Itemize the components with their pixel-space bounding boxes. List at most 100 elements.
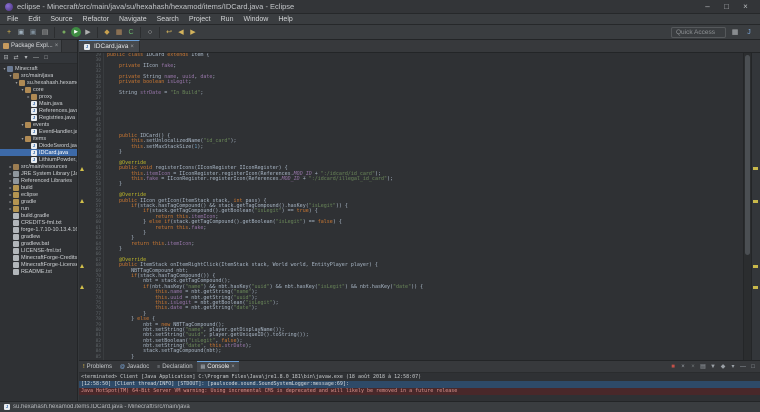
tree-item-items[interactable]: ▾items xyxy=(0,135,77,142)
tab-idcard-java[interactable]: J IDCard.java × xyxy=(79,40,140,52)
save-icon[interactable]: ▣ xyxy=(15,26,27,38)
tab-package-explorer[interactable]: Package Expl... × xyxy=(0,40,62,52)
tree-item-gradle[interactable]: ▸gradle xyxy=(0,198,77,205)
search-icon[interactable]: ○ xyxy=(144,26,156,38)
overview-warning-mark[interactable] xyxy=(753,265,758,268)
tree-item-referenced-libraries[interactable]: ▸Referenced Libraries xyxy=(0,177,77,184)
clear-console-icon[interactable]: ▤ xyxy=(699,363,707,370)
new-java-project-icon[interactable]: ◆ xyxy=(101,26,113,38)
terminate-icon[interactable]: ■ xyxy=(669,364,677,370)
tree-item-readme-txt[interactable]: README.txt xyxy=(0,268,77,275)
tree-item-minecraftforge-license-txt[interactable]: MinecraftForge-License.txt xyxy=(0,261,77,268)
minimize-button[interactable]: – xyxy=(698,1,717,13)
external-tools-icon[interactable]: ▶ xyxy=(82,26,94,38)
tree-item-minecraft[interactable]: ▾Minecraft xyxy=(0,65,77,72)
tree-item-eventhandler-java[interactable]: JEventHandler.java xyxy=(0,128,77,135)
menu-source[interactable]: Source xyxy=(45,16,77,23)
new-class-icon[interactable]: C xyxy=(125,26,137,38)
maximize-view-icon[interactable]: □ xyxy=(749,364,757,370)
menu-refactor[interactable]: Refactor xyxy=(78,16,114,23)
remove-launch-icon[interactable]: × xyxy=(679,364,687,370)
console-line-stdout[interactable]: [12:58:50] [Client thread/INFO] [STDOUT]… xyxy=(79,381,760,388)
new-package-icon[interactable]: ▦ xyxy=(113,26,125,38)
tree-item-build-gradle[interactable]: build.gradle xyxy=(0,212,77,219)
view-menu-icon[interactable]: ▾ xyxy=(22,53,30,63)
editor-scrollbar[interactable] xyxy=(743,53,751,360)
pin-console-icon[interactable]: ◆ xyxy=(719,363,727,370)
print-icon[interactable]: ▤ xyxy=(39,26,51,38)
display-console-icon[interactable]: ▾ xyxy=(729,363,737,370)
tree-item-license-fml-txt[interactable]: LICENSE-fml.txt xyxy=(0,247,77,254)
minimize-view-icon[interactable]: — xyxy=(32,53,40,63)
tree-item-diodesword-java[interactable]: JDiodeSword.java xyxy=(0,142,77,149)
console-log[interactable]: [12:58:50] [Client thread/INFO] [STDOUT]… xyxy=(79,381,760,401)
tree-item-gradlew-bat[interactable]: gradlew.bat xyxy=(0,240,77,247)
menu-edit[interactable]: Edit xyxy=(23,16,45,23)
tree-item-src-main-java[interactable]: ▾src/main/java xyxy=(0,72,77,79)
overview-ruler[interactable] xyxy=(751,53,760,360)
tree-item-events[interactable]: ▾events xyxy=(0,121,77,128)
tab-declaration[interactable]: ≡Declaration xyxy=(153,361,196,372)
link-with-editor-icon[interactable]: ⇄ xyxy=(12,53,20,63)
scroll-lock-icon[interactable]: ▼ xyxy=(709,364,717,370)
java-perspective-icon[interactable]: J xyxy=(743,26,755,38)
warning-icon[interactable] xyxy=(80,167,84,171)
console-process-title: <terminated> Client [Java Application] C… xyxy=(79,373,760,381)
tree-item-run[interactable]: ▸run xyxy=(0,205,77,212)
menu-help[interactable]: Help xyxy=(273,16,297,23)
tree-item-eclipse[interactable]: ▸eclipse xyxy=(0,191,77,198)
forward-icon[interactable]: ▶ xyxy=(187,26,199,38)
tree-item-core[interactable]: ▾core xyxy=(0,86,77,93)
perspective-open-icon[interactable]: ▦ xyxy=(729,26,741,38)
tab-console[interactable]: ▤Console× xyxy=(197,361,239,372)
collapse-all-icon[interactable]: ⊟ xyxy=(2,53,10,63)
warning-icon[interactable] xyxy=(80,199,84,203)
warning-icon[interactable] xyxy=(80,264,84,268)
tree-item-minecraftforge-credits-txt[interactable]: MinecraftForge-Credits.txt xyxy=(0,254,77,261)
remove-all-launches-icon[interactable]: × xyxy=(689,364,697,370)
close-icon[interactable]: × xyxy=(231,364,235,370)
maximize-button[interactable]: □ xyxy=(717,1,736,13)
tree-item-idcard-java[interactable]: JIDCard.java xyxy=(0,149,77,156)
menu-run[interactable]: Run xyxy=(216,16,239,23)
new-wizard-icon[interactable]: + xyxy=(3,26,15,38)
overview-warning-mark[interactable] xyxy=(753,200,758,203)
maximize-view-icon[interactable]: □ xyxy=(42,53,50,63)
overview-warning-mark[interactable] xyxy=(753,286,758,289)
tree-item-registries-java[interactable]: JRegistries.java xyxy=(0,114,77,121)
last-edit-icon[interactable]: ↩ xyxy=(163,26,175,38)
minimize-view-icon[interactable]: — xyxy=(739,364,747,370)
tree-item-forge-1-7-10-10-13-4-1614-changelog-txt[interactable]: forge-1.7.10-10.13.4.1614-changelog.txt xyxy=(0,226,77,233)
tree-item-credits-fml-txt[interactable]: CREDITS-fml.txt xyxy=(0,219,77,226)
tab-problems[interactable]: !Problems xyxy=(79,361,116,372)
run-icon[interactable]: ▶ xyxy=(71,27,81,37)
close-button[interactable]: × xyxy=(736,1,755,13)
back-icon[interactable]: ◀ xyxy=(175,26,187,38)
tree-item-gradlew[interactable]: gradlew xyxy=(0,233,77,240)
code-area[interactable]: public class IDCard extends Item { priva… xyxy=(104,53,743,360)
menu-project[interactable]: Project xyxy=(184,16,216,23)
console-line-stderr[interactable]: Java HotSpot(TM) 64-Bit Server VM warnin… xyxy=(79,388,760,395)
menu-search[interactable]: Search xyxy=(152,16,184,23)
scrollbar-thumb[interactable] xyxy=(745,55,750,255)
quick-access-box[interactable]: Quick Access xyxy=(671,27,726,38)
tree-item-main-java[interactable]: JMain.java xyxy=(0,100,77,107)
tree-item-proxy[interactable]: ▸proxy xyxy=(0,93,77,100)
menu-window[interactable]: Window xyxy=(238,16,273,23)
overview-warning-mark[interactable] xyxy=(753,167,758,170)
warning-icon[interactable] xyxy=(80,285,84,289)
tab-javadoc[interactable]: @Javadoc xyxy=(116,361,153,372)
tree-item-build[interactable]: ▸build xyxy=(0,184,77,191)
save-all-icon[interactable]: ▣ xyxy=(27,26,39,38)
tree-item-references-java[interactable]: JReferences.java xyxy=(0,107,77,114)
tree-item-lithiumpowder-java[interactable]: JLithiumPowder.java xyxy=(0,156,77,163)
menu-file[interactable]: File xyxy=(2,16,23,23)
tree-item-src-main-resources[interactable]: ▸src/main/resources xyxy=(0,163,77,170)
tree-item-jre-system-library-javase-1-8[interactable]: ▸JRE System Library [JavaSE-1.8] xyxy=(0,170,77,177)
close-icon[interactable]: × xyxy=(55,43,59,49)
tree-item-su-hexahash-hexamod[interactable]: ▾su.hexahash.hexamod xyxy=(0,79,77,86)
java-file-icon: J xyxy=(84,44,90,50)
debug-icon[interactable]: ● xyxy=(58,26,70,38)
menu-navigate[interactable]: Navigate xyxy=(114,16,152,23)
close-icon[interactable]: × xyxy=(130,44,134,50)
